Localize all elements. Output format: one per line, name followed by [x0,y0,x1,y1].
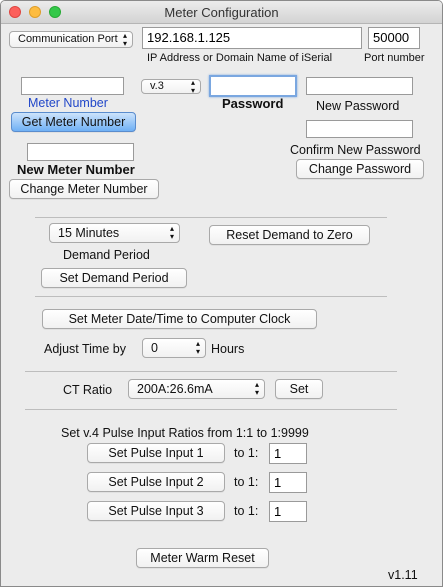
demand-period-selector[interactable]: 15 Minutes ▴ ▾ [49,223,180,243]
pulse-ratio-heading: Set v.4 Pulse Input Ratios from 1:1 to 1… [61,426,309,440]
app-version-label: v1.11 [388,568,418,582]
up-down-chevron-icon: ▴ ▾ [254,380,259,397]
demand-period-value: 15 Minutes [58,226,120,240]
communication-port-selector[interactable]: Communication Port ▴ ▾ [9,31,133,48]
divider [35,296,387,297]
meter-number-label: Meter Number [28,96,108,110]
adjust-hours-value: 0 [151,341,158,355]
new-password-label: New Password [316,99,400,113]
ip-address-label: IP Address or Domain Name of iSerial [147,52,333,64]
set-pulse-input-1-button[interactable]: Set Pulse Input 1 [87,443,225,463]
divider [35,217,387,218]
version-label: v.3 [150,80,164,92]
port-number-field[interactable]: 50000 [368,27,420,49]
divider [25,371,397,372]
confirm-password-label: Confirm New Password [290,143,421,157]
up-down-chevron-icon: ▴ ▾ [122,30,127,48]
reset-demand-button[interactable]: Reset Demand to Zero [209,225,370,245]
adjust-time-label: Adjust Time by [44,342,126,356]
ct-ratio-selector[interactable]: 200A:26.6mA ▴ ▾ [128,379,265,399]
set-pulse-input-3-button[interactable]: Set Pulse Input 3 [87,501,225,521]
meter-number-field[interactable] [21,77,124,95]
version-selector[interactable]: v.3 ▴ ▾ [141,77,201,95]
password-label: Password [222,96,284,111]
pulse-input-1-to-label: to 1: [234,446,259,460]
pulse-input-2-field[interactable]: 1 [269,472,307,493]
new-password-field[interactable] [306,77,413,95]
divider [25,409,397,410]
port-number-label: Port number [364,52,425,64]
ct-ratio-value: 200A:26.6mA [137,382,213,396]
ip-address-field[interactable]: 192.168.1.125 [142,27,362,49]
get-meter-number-button[interactable]: Get Meter Number [11,112,136,132]
ct-ratio-label: CT Ratio [63,383,113,397]
up-down-chevron-icon: ▴ ▾ [169,224,174,241]
set-ct-ratio-button[interactable]: Set [275,379,323,399]
meter-configuration-window: Meter Configuration Communication Port ▴… [0,0,443,587]
set-meter-clock-button[interactable]: Set Meter Date/Time to Computer Clock [42,309,317,329]
communication-port-label: Communication Port [18,33,118,45]
window-title: Meter Configuration [164,5,279,20]
hours-label: Hours [211,342,245,356]
up-down-chevron-icon: ▴ ▾ [195,339,200,356]
up-down-chevron-icon: ▴ ▾ [190,77,195,95]
new-meter-number-field[interactable] [27,143,134,161]
change-meter-number-button[interactable]: Change Meter Number [9,179,159,199]
new-meter-number-label: New Meter Number [17,162,135,177]
set-demand-period-button[interactable]: Set Demand Period [41,268,187,288]
pulse-input-2-to-label: to 1: [234,475,259,489]
pulse-input-3-field[interactable]: 1 [269,501,307,522]
change-password-button[interactable]: Change Password [296,159,424,179]
meter-warm-reset-button[interactable]: Meter Warm Reset [136,548,269,568]
pulse-input-1-field[interactable]: 1 [269,443,307,464]
title-bar: Meter Configuration [1,1,442,24]
password-field[interactable] [209,75,297,97]
confirm-password-field[interactable] [306,120,413,138]
adjust-hours-selector[interactable]: 0 ▴ ▾ [142,338,206,358]
demand-period-label: Demand Period [63,248,150,262]
set-pulse-input-2-button[interactable]: Set Pulse Input 2 [87,472,225,492]
pulse-input-3-to-label: to 1: [234,504,259,518]
